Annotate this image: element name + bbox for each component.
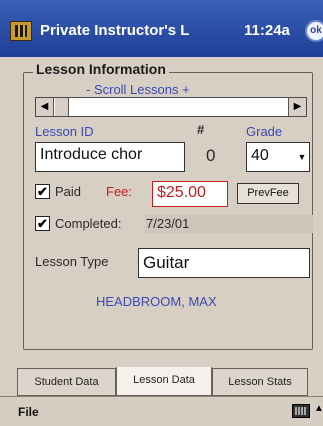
menu-bar: File ▲	[0, 396, 323, 426]
tab-lesson-data[interactable]: Lesson Data	[116, 367, 212, 396]
scroll-lessons-control[interactable]: - Scroll Lessons +	[86, 82, 190, 97]
lesson-type-value: Guitar	[143, 253, 190, 272]
scroll-right-arrow-icon[interactable]: ▶	[288, 98, 306, 116]
chevron-down-icon[interactable]: ▼	[295, 143, 309, 171]
clock: 11:24a	[244, 22, 290, 39]
ok-button[interactable]: ok	[305, 20, 323, 42]
completed-label: Completed:	[55, 216, 122, 231]
tab-student-data[interactable]: Student Data	[17, 368, 116, 396]
completed-date: 7/23/01	[146, 216, 190, 231]
lesson-number-value: 0	[206, 146, 216, 165]
lesson-id-label: Lesson ID	[35, 124, 94, 139]
fee-input[interactable]: $25.00	[152, 181, 228, 207]
paid-label: Paid	[55, 184, 82, 199]
lesson-id-input[interactable]: Introduce chor	[35, 142, 185, 172]
number-label: #	[197, 122, 205, 137]
prev-fee-button[interactable]: PrevFee	[237, 183, 299, 204]
lesson-scrollbar[interactable]: ◀ ▶	[35, 97, 307, 117]
student-name: HEADBROOM, MAX	[96, 294, 217, 309]
grade-label: Grade	[246, 124, 283, 139]
scroll-left-arrow-icon[interactable]: ◀	[36, 98, 54, 116]
tab-strip: Student Data Lesson Data Lesson Stats	[17, 367, 323, 396]
paid-checkbox[interactable]: ✔	[35, 184, 50, 199]
tab-lesson-stats[interactable]: Lesson Stats	[212, 368, 308, 396]
fee-label: Fee:	[106, 184, 133, 199]
title-bar: Private Instructor's L 11:24a ok	[0, 0, 323, 57]
window-title: Private Instructor's L	[40, 22, 190, 39]
group-legend: Lesson Information	[33, 61, 169, 77]
completed-checkbox[interactable]: ✔	[35, 216, 50, 231]
scroll-thumb[interactable]	[55, 98, 69, 116]
keyboard-icon[interactable]	[292, 404, 310, 418]
grade-select[interactable]: 40 ▼	[246, 142, 310, 172]
start-menu-icon[interactable]	[10, 21, 32, 41]
lesson-type-label: Lesson Type	[35, 254, 109, 269]
grade-value: 40	[251, 147, 269, 164]
input-panel-arrow-icon[interactable]: ▲	[314, 403, 323, 414]
file-menu[interactable]: File	[18, 405, 39, 419]
lesson-type-select[interactable]: Guitar	[138, 248, 310, 278]
